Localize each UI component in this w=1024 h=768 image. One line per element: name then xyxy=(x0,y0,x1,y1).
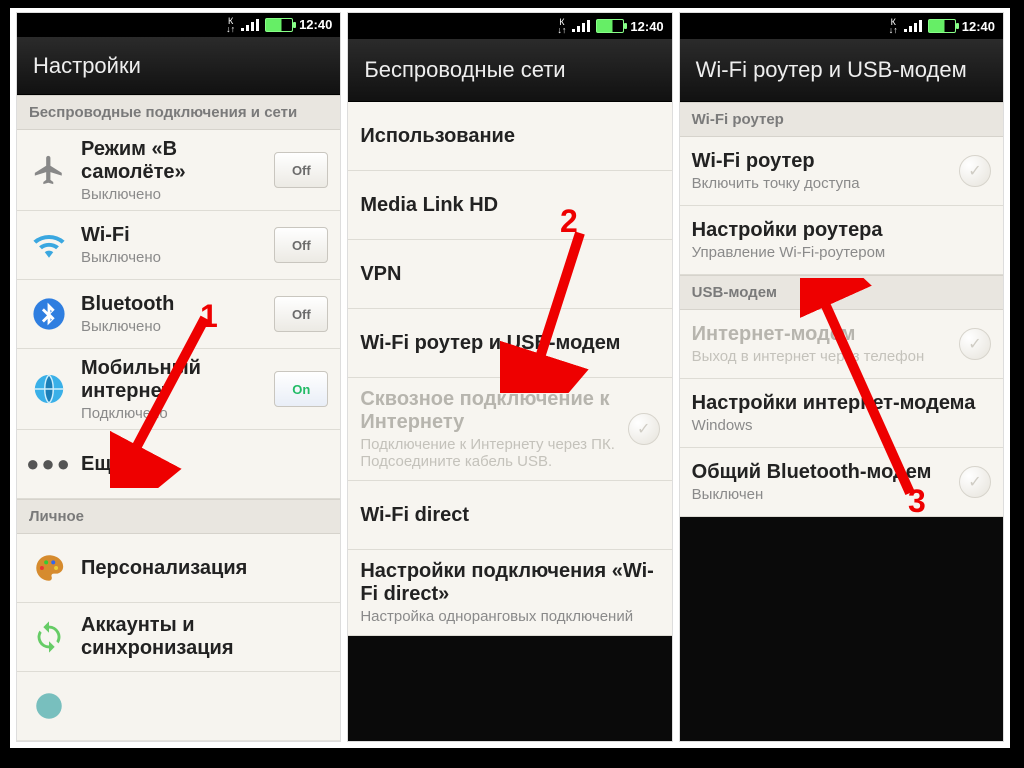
wifi-router-check[interactable]: ✓ xyxy=(959,155,991,187)
accounts-title: Аккаунты и синхронизация xyxy=(81,614,328,660)
bt-modem-sub: Выключен xyxy=(692,486,947,503)
more-icon: ●●● xyxy=(29,444,69,484)
globe-icon xyxy=(29,369,69,409)
passthrough-title: Сквозное подключение к Интернету xyxy=(360,388,615,434)
network-type-icon: К↓↑ xyxy=(226,17,235,33)
row-medialink[interactable]: Media Link HD xyxy=(348,171,671,240)
section-wifi-router: Wi-Fi роутер xyxy=(680,102,1003,137)
empty-area xyxy=(348,636,671,741)
phone-router-usb: К↓↑ 12:40 Wi-Fi роутер и USB-модем Wi-Fi… xyxy=(679,12,1004,742)
internet-modem-settings-title: Настройки интернет-модема xyxy=(692,392,991,415)
signal-icon xyxy=(904,20,922,32)
usage-title: Использование xyxy=(360,125,659,148)
wifi-router-title: Wi-Fi роутер xyxy=(692,150,947,173)
gear-icon xyxy=(29,686,69,726)
battery-icon xyxy=(928,19,956,33)
status-bar: К↓↑ 12:40 xyxy=(680,13,1003,39)
network-type-icon: К↓↑ xyxy=(557,18,566,34)
router-settings-sub: Управление Wi-Fi-роутером xyxy=(692,244,991,261)
personalize-title: Персонализация xyxy=(81,557,328,580)
airplane-toggle[interactable]: Off xyxy=(274,152,328,188)
phone-wireless: К↓↑ 12:40 Беспроводные сети Использовани… xyxy=(347,12,672,742)
airplane-sub: Выключено xyxy=(81,186,262,203)
row-vpn[interactable]: VPN xyxy=(348,240,671,309)
wifi-router-usb-title: Wi-Fi роутер и USB-модем xyxy=(360,332,659,355)
wifi-direct-settings-sub: Настройка одноранговых подключений xyxy=(360,608,659,625)
row-bt-modem[interactable]: Общий Bluetooth-модем Выключен ✓ xyxy=(680,448,1003,517)
wifi-sub: Выключено xyxy=(81,249,262,266)
row-mobile-data[interactable]: Мобильный интернет Подключено On xyxy=(17,349,340,430)
palette-icon xyxy=(29,548,69,588)
row-cutoff[interactable] xyxy=(17,672,340,741)
row-router-settings[interactable]: Настройки роутера Управление Wi-Fi-роуте… xyxy=(680,206,1003,275)
wifi-icon xyxy=(29,225,69,265)
row-internet-modem: Интернет-модем Выход в интернет через те… xyxy=(680,310,1003,379)
battery-icon xyxy=(596,19,624,33)
status-bar: К↓↑ 12:40 xyxy=(348,13,671,39)
bt-modem-title: Общий Bluetooth-модем xyxy=(692,461,947,484)
airplane-icon xyxy=(29,150,69,190)
signal-icon xyxy=(241,19,259,31)
medialink-title: Media Link HD xyxy=(360,194,659,217)
clock: 12:40 xyxy=(299,17,332,32)
internet-modem-title: Интернет-модем xyxy=(692,323,947,346)
row-usage[interactable]: Использование xyxy=(348,102,671,171)
internet-modem-settings-sub: Windows xyxy=(692,417,991,434)
wifi-router-sub: Включить точку доступа xyxy=(692,175,947,192)
router-settings-title: Настройки роутера xyxy=(692,219,991,242)
sync-icon xyxy=(29,617,69,657)
bluetooth-icon xyxy=(29,294,69,334)
row-wifi[interactable]: Wi-Fi Выключено Off xyxy=(17,211,340,280)
internet-modem-check: ✓ xyxy=(959,328,991,360)
mobile-data-title: Мобильный интернет xyxy=(81,357,262,403)
bt-modem-check[interactable]: ✓ xyxy=(959,466,991,498)
battery-icon xyxy=(265,18,293,32)
status-bar: К↓↑ 12:40 xyxy=(17,13,340,37)
network-type-icon: К↓↑ xyxy=(889,18,898,34)
vpn-title: VPN xyxy=(360,263,659,286)
passthrough-check: ✓ xyxy=(628,413,660,445)
wifi-title: Wi-Fi xyxy=(81,224,262,247)
more-title: Ещё xyxy=(81,453,328,476)
bluetooth-sub: Выключено xyxy=(81,318,262,335)
row-passthrough: Сквозное подключение к Интернету Подключ… xyxy=(348,378,671,481)
row-airplane[interactable]: Режим «В самолёте» Выключено Off xyxy=(17,130,340,211)
empty-area xyxy=(680,517,1003,741)
signal-icon xyxy=(572,20,590,32)
airplane-title: Режим «В самолёте» xyxy=(81,138,262,184)
wifi-direct-title: Wi-Fi direct xyxy=(360,504,659,527)
page-title: Беспроводные сети xyxy=(348,39,671,102)
phone-settings: К↓↑ 12:40 Настройки Беспроводные подключ… xyxy=(16,12,341,742)
row-bluetooth[interactable]: Bluetooth Выключено Off xyxy=(17,280,340,349)
section-wireless: Беспроводные подключения и сети xyxy=(17,95,340,130)
row-internet-modem-settings[interactable]: Настройки интернет-модема Windows xyxy=(680,379,1003,448)
row-wifi-direct-settings[interactable]: Настройки подключения «Wi-Fi direct» Нас… xyxy=(348,550,671,636)
page-title: Настройки xyxy=(17,37,340,95)
row-more[interactable]: ●●● Ещё xyxy=(17,430,340,499)
row-wifi-router-usb[interactable]: Wi-Fi роутер и USB-модем xyxy=(348,309,671,378)
internet-modem-sub: Выход в интернет через телефон xyxy=(692,348,947,365)
mobile-data-toggle[interactable]: On xyxy=(274,371,328,407)
row-accounts[interactable]: Аккаунты и синхронизация xyxy=(17,603,340,672)
clock: 12:40 xyxy=(962,19,995,34)
wifi-direct-settings-title: Настройки подключения «Wi-Fi direct» xyxy=(360,560,659,606)
wifi-toggle[interactable]: Off xyxy=(274,227,328,263)
page-title: Wi-Fi роутер и USB-модем xyxy=(680,39,1003,102)
clock: 12:40 xyxy=(630,19,663,34)
bluetooth-title: Bluetooth xyxy=(81,293,262,316)
passthrough-sub: Подключение к Интернету через ПК. Подсое… xyxy=(360,436,615,470)
mobile-data-sub: Подключено xyxy=(81,405,262,422)
bluetooth-toggle[interactable]: Off xyxy=(274,296,328,332)
row-personalize[interactable]: Персонализация xyxy=(17,534,340,603)
section-personal: Личное xyxy=(17,499,340,534)
section-usb-modem: USB-модем xyxy=(680,275,1003,310)
row-wifi-direct[interactable]: Wi-Fi direct xyxy=(348,481,671,550)
row-wifi-router[interactable]: Wi-Fi роутер Включить точку доступа ✓ xyxy=(680,137,1003,206)
